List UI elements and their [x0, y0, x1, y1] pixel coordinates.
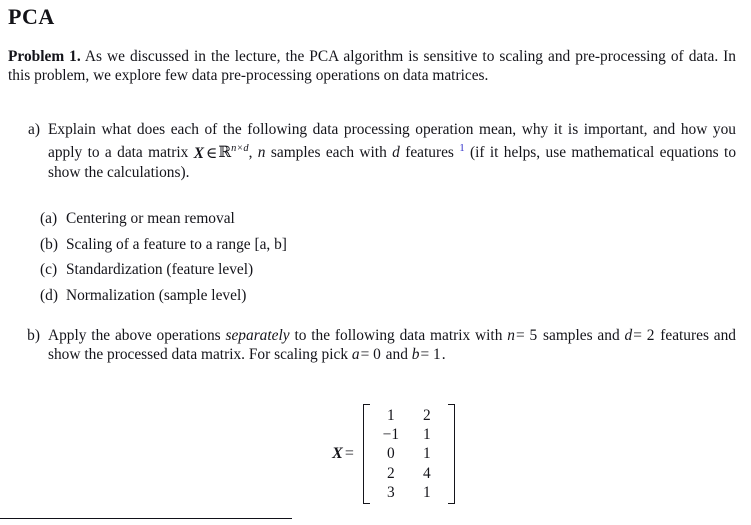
real-space-symbol: ℝ	[218, 143, 232, 162]
item-b-text-3: samples and	[538, 327, 625, 344]
matrix-cell: 2	[386, 464, 395, 482]
matrix-cell: 4	[422, 464, 431, 482]
list-marker-b: b)	[27, 327, 40, 344]
sublist-label-b: Scaling of a feature to a range [a, b]	[66, 235, 287, 253]
matrix-cell: −1	[382, 426, 400, 444]
sublist-label-d: Normalization (sample level)	[66, 286, 247, 304]
matrix-cell: 3	[386, 483, 395, 501]
a-symbol: a	[351, 346, 360, 364]
document-page: PCA Problem 1. As we discussed in the le…	[0, 0, 751, 525]
sublist-item-standardization: (c) Standardization (feature level)	[40, 257, 287, 283]
matrix-cell: 1	[422, 483, 431, 501]
list-item-b-body: Apply the above operations separately to…	[48, 326, 736, 365]
sublist-item-centering: (a) Centering or mean removal	[40, 206, 287, 232]
operations-sublist: (a) Centering or mean removal (b) Scaling …	[40, 206, 287, 308]
sublist-label-a: Centering or mean removal	[66, 210, 235, 227]
matrix-cell: 1	[422, 445, 431, 463]
n-symbol-b: n	[507, 327, 515, 344]
sublist-label-c: Standardization (feature level)	[66, 261, 254, 279]
equation-symbol-X: X	[332, 445, 343, 462]
d-value: = 2	[633, 327, 655, 344]
n-value: = 5	[515, 327, 538, 344]
item-b-text-6: .	[441, 346, 446, 364]
equation-left-hand-side: X =	[332, 445, 363, 463]
matrix-cell: 1	[386, 407, 395, 424]
item-a-text-4: features	[399, 144, 460, 162]
data-matrix-equation: X = 1 2 −1 1 0 1 2 4 3 1	[0, 404, 751, 505]
sublist-marker-a: (a)	[40, 210, 58, 227]
sublist-marker-d: (d)	[40, 286, 58, 304]
equation-equals-sign: =	[344, 445, 354, 462]
real-space-superscript: n×d	[231, 143, 249, 155]
footnote-separator	[0, 518, 292, 519]
list-item-a-body: Explain what does each of the following …	[48, 120, 736, 182]
matrix-symbol-X: X	[193, 144, 204, 162]
item-b-emphasis: separately	[225, 327, 290, 344]
n-symbol: n	[257, 144, 266, 162]
sublist-marker-c: (c)	[40, 261, 58, 279]
matrix-bracket-right-icon	[447, 404, 455, 505]
problem-statement-paragraph: Problem 1. As we discussed in the lectur…	[8, 47, 736, 85]
sublist-marker-b: (b)	[40, 235, 58, 253]
matrix-grid: 1 2 −1 1 0 1 2 4 3 1	[370, 404, 448, 504]
item-a-text-2: ,	[248, 144, 258, 162]
matrix-display: 1 2 −1 1 0 1 2 4 3 1	[362, 404, 455, 505]
d-symbol: d	[392, 144, 400, 162]
matrix-cell: 1	[422, 426, 431, 444]
item-a-text-3: samples each with	[265, 144, 393, 162]
list-item-a: a) Explain what does each of the followi…	[22, 120, 736, 182]
item-b-text-1: Apply the above operations	[48, 327, 226, 344]
element-of-symbol: ∈	[205, 144, 218, 162]
list-marker-a: a)	[28, 121, 40, 138]
matrix-cell: 2	[422, 407, 431, 424]
b-value: = 1	[420, 346, 441, 364]
matrix-bracket-left-icon	[362, 404, 370, 505]
page-title: PCA	[8, 4, 55, 29]
list-item-b: b) Apply the above operations separately…	[22, 326, 736, 365]
problem-lead-in: Problem 1.	[8, 48, 81, 65]
sublist-item-scaling: (b) Scaling of a feature to a range [a, b…	[40, 232, 287, 258]
sublist-item-normalization: (d) Normalization (sample level)	[40, 283, 287, 309]
problem-intro-text: As we discussed in the lecture, the PCA …	[8, 48, 737, 85]
a-value: = 0	[360, 346, 381, 364]
item-b-text-2: to the following data matrix with	[289, 327, 508, 344]
matrix-cell: 0	[386, 445, 395, 463]
item-b-text-5: and	[381, 346, 412, 364]
